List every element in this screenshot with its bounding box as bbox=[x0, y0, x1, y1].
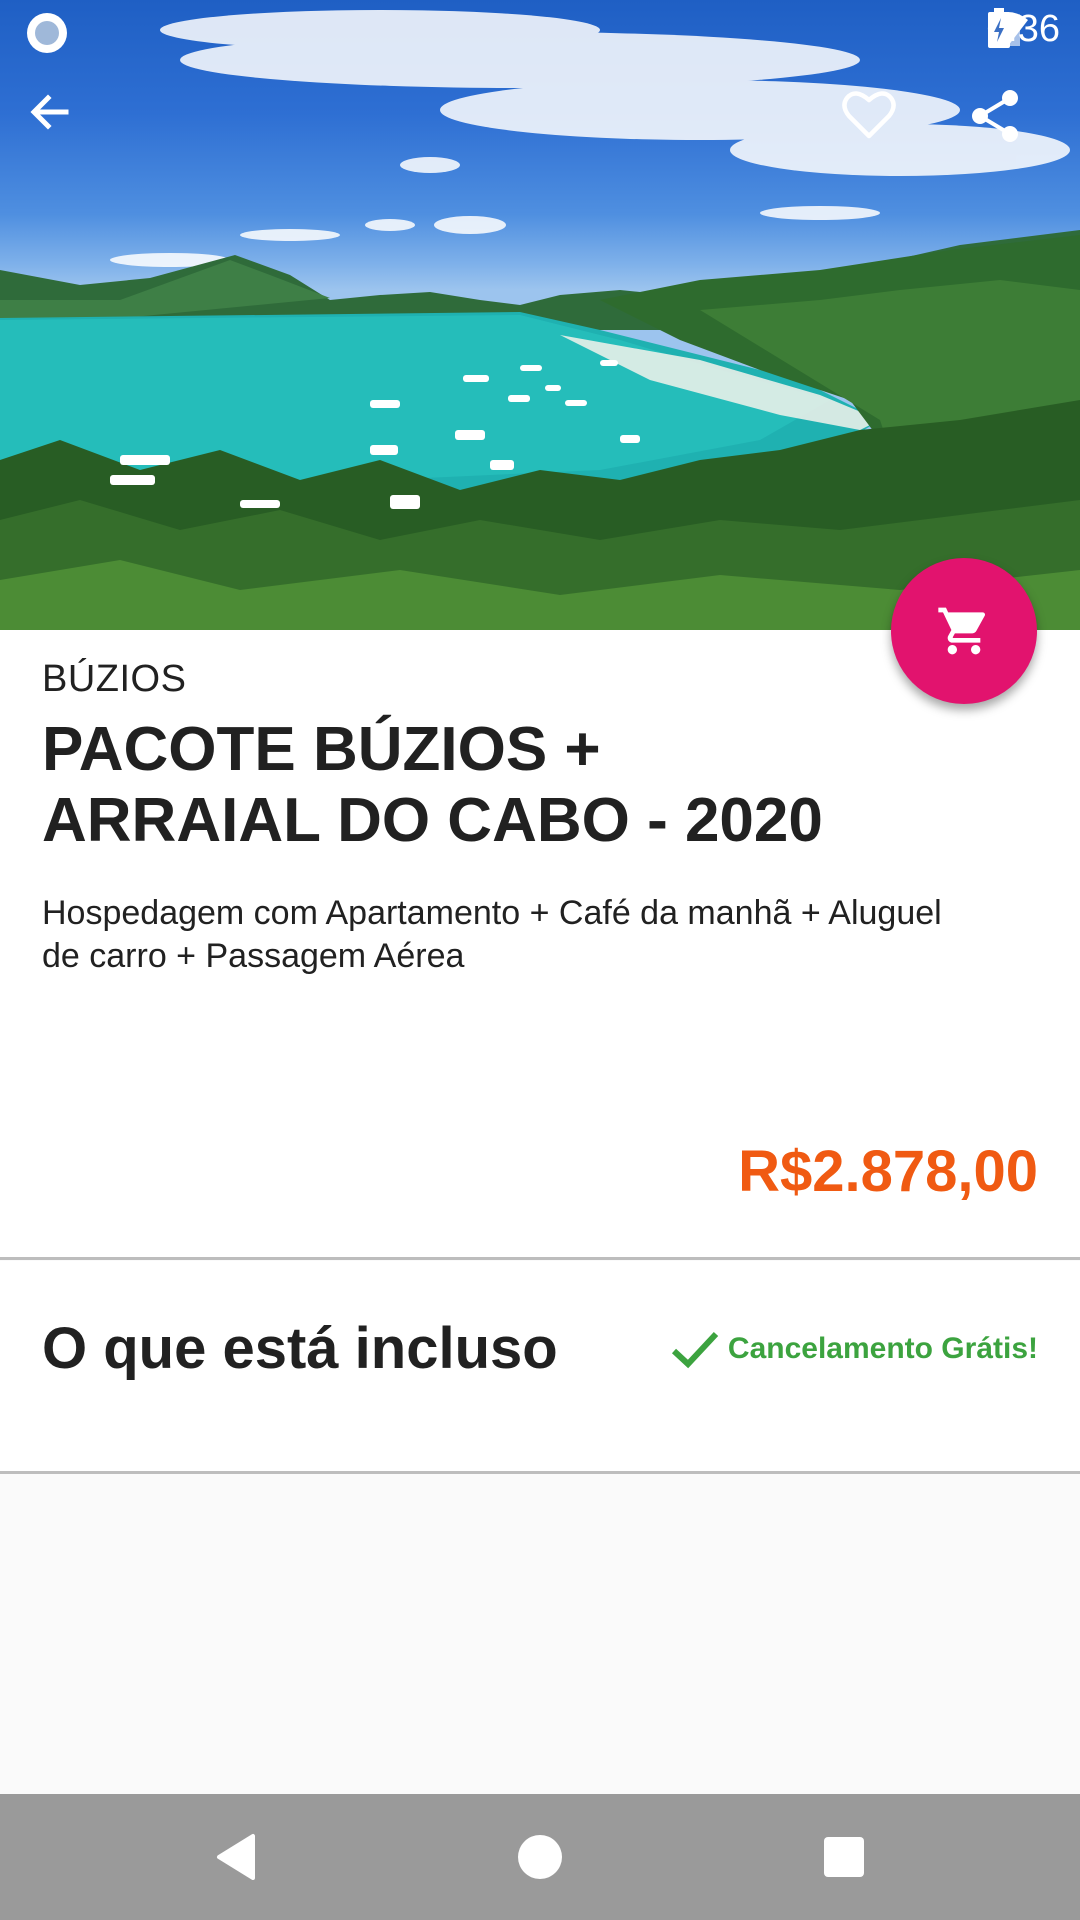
package-price: R$2.878,00 bbox=[738, 1139, 1038, 1204]
nav-back-button[interactable] bbox=[202, 1824, 268, 1890]
divider bbox=[0, 1257, 1080, 1260]
arrow-back-icon bbox=[30, 94, 69, 130]
system-nav-bar bbox=[0, 1794, 1080, 1920]
included-title: O que está incluso bbox=[42, 1316, 558, 1381]
circle-notification-icon bbox=[28, 14, 66, 52]
nav-recents-icon bbox=[824, 1837, 864, 1877]
share-icon bbox=[972, 90, 1018, 142]
status-bar: 6:36 bbox=[0, 0, 1080, 63]
heart-outline-icon bbox=[842, 91, 896, 139]
free-cancellation-badge: Cancelamento Grátis! bbox=[670, 1329, 1038, 1369]
share-button[interactable] bbox=[968, 88, 1064, 184]
battery-charging-icon bbox=[988, 8, 1011, 48]
divider bbox=[0, 1471, 1080, 1474]
nav-recents-button[interactable] bbox=[811, 1824, 877, 1890]
included-section: O que está incluso Cancelamento Grátis! bbox=[0, 1261, 1080, 1471]
add-to-cart-button[interactable] bbox=[891, 558, 1037, 704]
package-city: BÚZIOS bbox=[42, 658, 187, 700]
nav-back-icon bbox=[217, 1834, 255, 1880]
cart-icon bbox=[938, 607, 986, 655]
check-icon bbox=[671, 1331, 719, 1369]
nav-home-icon bbox=[518, 1835, 562, 1879]
free-cancellation-label: Cancelamento Grátis! bbox=[727, 1332, 1038, 1365]
favorite-button[interactable] bbox=[841, 88, 937, 184]
package-description: Hospedagem com Apartamento + Café da man… bbox=[42, 894, 942, 975]
nav-home-button[interactable] bbox=[507, 1824, 573, 1890]
package-info-card: BÚZIOS PACOTE BÚZIOS + ARRAIAL DO CABO -… bbox=[0, 630, 1080, 1258]
back-button[interactable] bbox=[26, 88, 122, 184]
hero-image: 6:36 bbox=[0, 0, 1080, 630]
package-title: PACOTE BÚZIOS + ARRAIAL DO CABO - 2020 bbox=[42, 715, 823, 855]
